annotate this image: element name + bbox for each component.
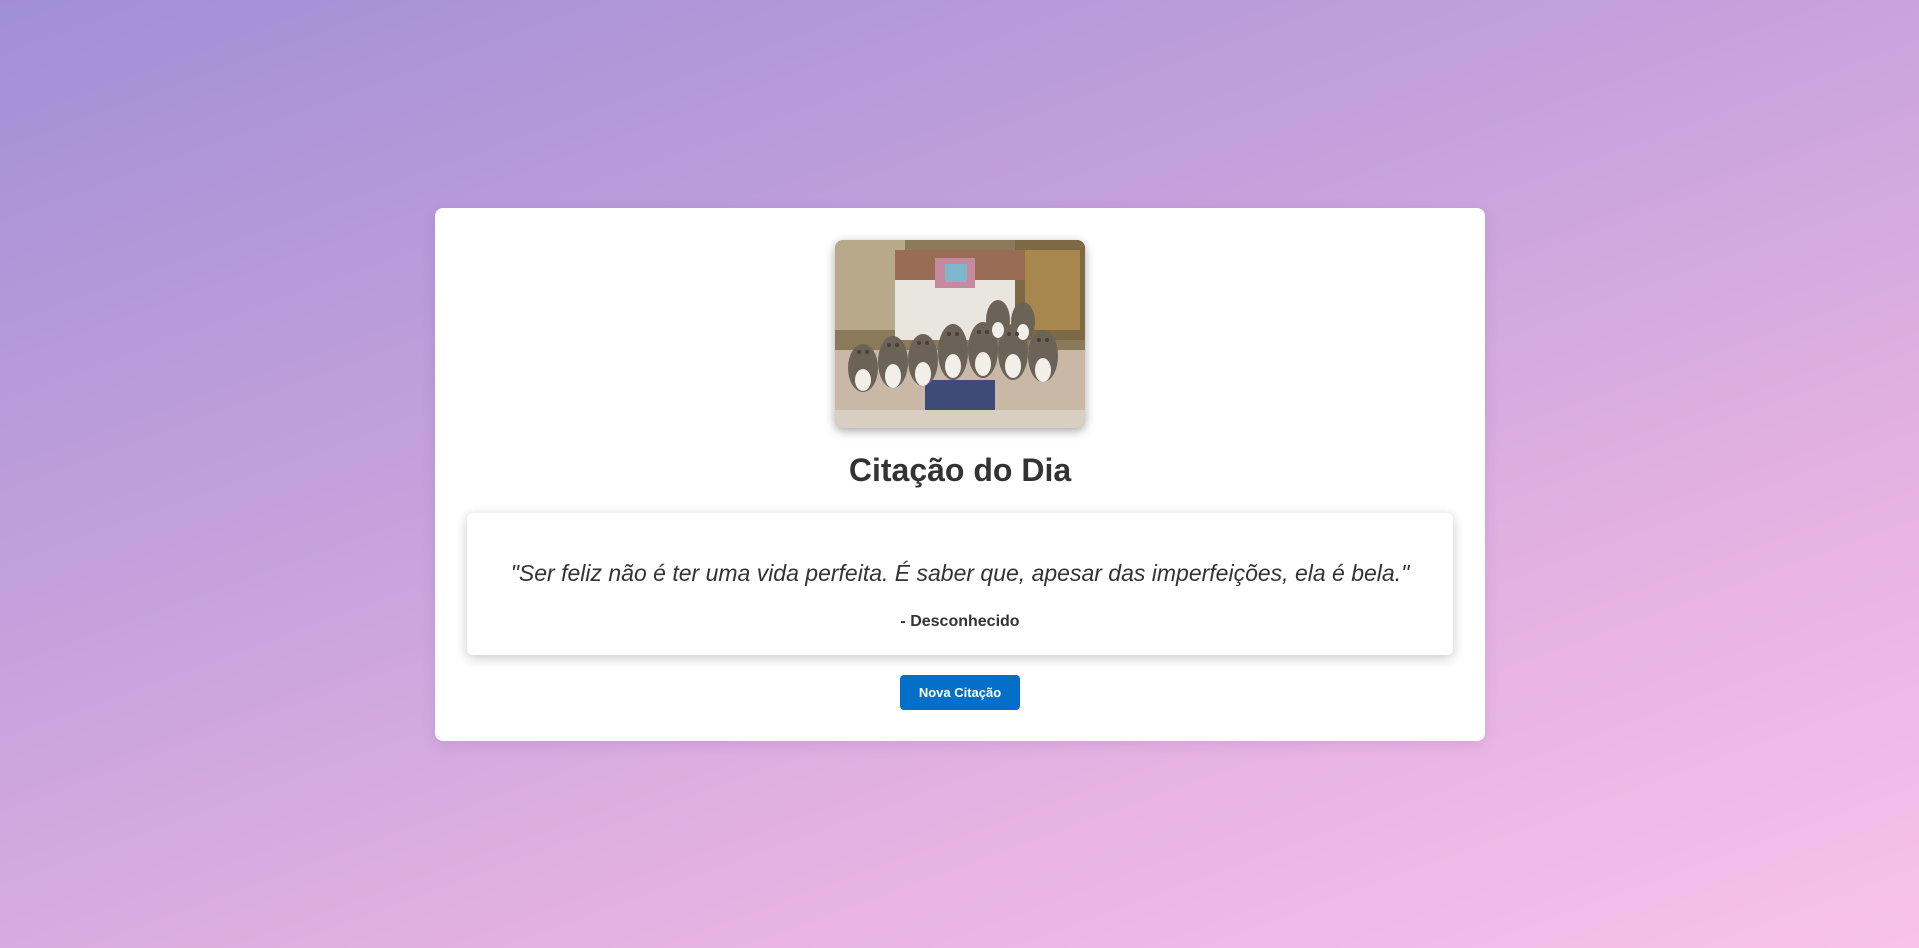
quote-card: Citação do Dia "Ser feliz não é ter uma … bbox=[435, 208, 1485, 741]
kittens-image bbox=[835, 240, 1085, 428]
kittens-photo bbox=[835, 240, 1085, 428]
quote-text: "Ser feliz não é ter uma vida perfeita. … bbox=[510, 560, 1410, 586]
quote-box: "Ser feliz não é ter uma vida perfeita. … bbox=[467, 513, 1453, 655]
page-title: Citação do Dia bbox=[848, 452, 1072, 488]
new-quote-button[interactable]: Nova Citação bbox=[900, 675, 1020, 710]
quote-author: - Desconhecido bbox=[900, 613, 1020, 630]
